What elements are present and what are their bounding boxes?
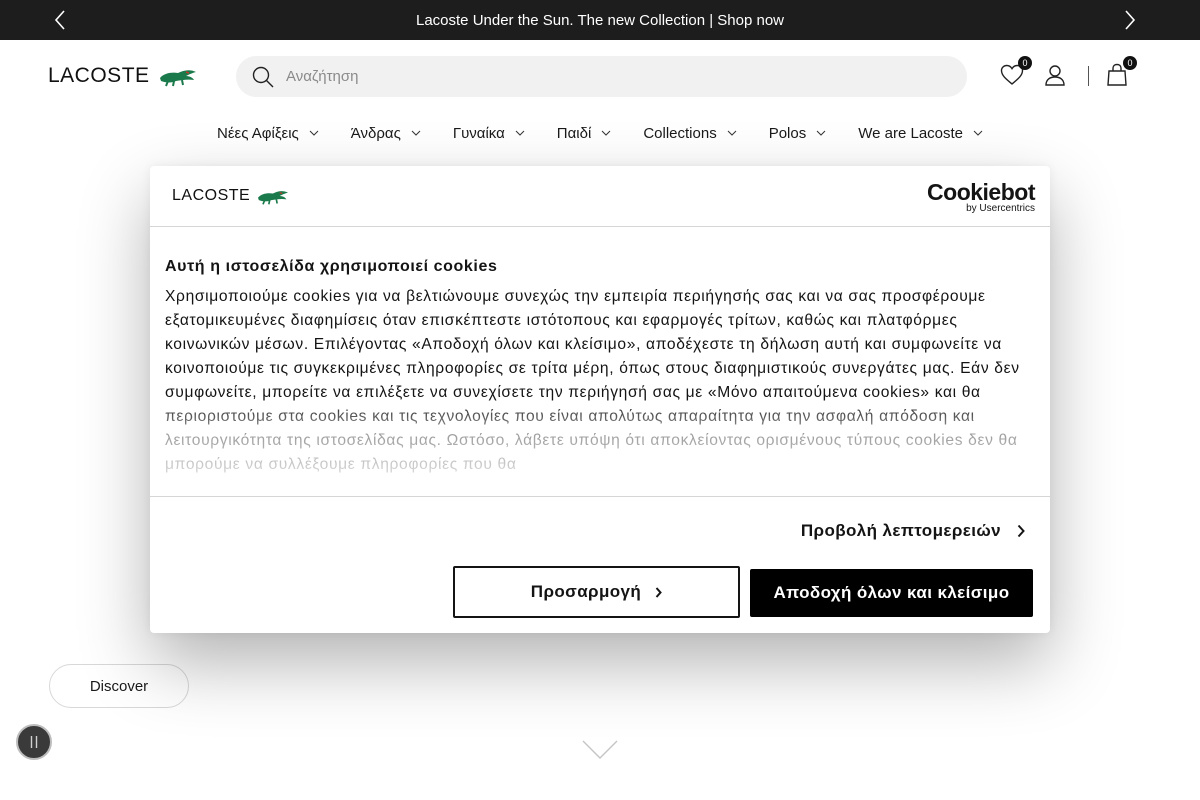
cookie-logo-text: LACOSTE	[172, 187, 251, 204]
customize-button[interactable]: Προσαρμογή	[453, 566, 740, 618]
cookie-dialog-logo: LACOSTE	[172, 186, 290, 206]
accept-all-button[interactable]: Αποδοχή όλων και κλείσιμο	[750, 569, 1033, 617]
cookie-dialog-body[interactable]: Αυτή η ιστοσελίδα χρησιμοποιεί cookies Χ…	[165, 258, 1035, 495]
nav-item-label: Νέες Αφίξεις	[216, 124, 299, 142]
search-input[interactable]	[286, 68, 886, 85]
chevron-down-icon	[582, 740, 618, 759]
header-icons: 0 0	[998, 56, 1138, 92]
chevron-down-icon	[973, 130, 983, 136]
lacoste-logo[interactable]: LACOSTE	[48, 64, 198, 88]
chevron-left-icon[interactable]	[49, 9, 71, 31]
user-icon	[1045, 65, 1065, 86]
nav-item-label: Collections	[643, 124, 717, 142]
cookiebot-logo[interactable]: Cookiebot by Usercentrics	[927, 180, 1035, 214]
cookiebot-brand: Cookiebot	[927, 179, 1035, 205]
nav-item-label: Γυναίκα	[452, 124, 505, 142]
nav-item-men[interactable]: Άνδρας	[351, 120, 421, 146]
nav-item-new-arrivals[interactable]: Νέες Αφίξεις	[217, 120, 319, 146]
chevron-down-icon	[601, 130, 611, 136]
logo-text: LACOSTE	[48, 64, 150, 87]
wishlist-button[interactable]: 0	[998, 56, 1032, 90]
announcement-text[interactable]: Lacoste Under the Sun. The new Collectio…	[416, 12, 784, 29]
nav-item-collections[interactable]: Collections	[643, 120, 737, 146]
cookie-dialog-footer: Προβολή λεπτομερειών Προσαρμογή Αποδοχή …	[150, 496, 1050, 633]
scroll-down-button[interactable]	[582, 738, 618, 762]
nav-item-polos[interactable]: Polos	[769, 120, 827, 146]
cart-count-badge: 0	[1123, 56, 1137, 70]
chevron-down-icon	[411, 130, 421, 136]
wishlist-count-badge: 0	[1018, 56, 1032, 70]
header-divider	[1088, 66, 1089, 86]
cart-button[interactable]: 0	[1103, 56, 1137, 90]
nav-item-label: We are Lacoste	[858, 124, 964, 142]
cookiebot-brand-sub: by Usercentrics	[966, 203, 1035, 214]
cookie-consent-dialog: LACOSTE Cookiebot by Usercentrics Αυτή η…	[150, 166, 1050, 633]
text-fade-overlay	[165, 400, 1035, 495]
nav-item-label: Παιδί	[556, 124, 592, 142]
chevron-down-icon	[515, 130, 525, 136]
nav-item-we-are-lacoste[interactable]: We are Lacoste	[858, 120, 983, 146]
nav-item-kids[interactable]: Παιδί	[557, 120, 612, 146]
main-navigation: Νέες Αφίξεις Άνδρας Γυναίκα Παιδί Collec…	[0, 120, 1200, 146]
pause-icon	[30, 736, 38, 748]
chevron-right-icon	[1017, 524, 1025, 538]
chevron-down-icon	[727, 130, 737, 136]
show-details-link[interactable]: Προβολή λεπτομερειών	[801, 521, 1025, 541]
chevron-down-icon	[816, 130, 826, 136]
crocodile-icon	[258, 191, 289, 205]
search-icon	[252, 66, 274, 87]
nav-item-label: Polos	[768, 124, 807, 142]
pause-button[interactable]	[16, 724, 52, 760]
cookie-dialog-header: LACOSTE Cookiebot by Usercentrics	[150, 166, 1050, 227]
chevron-down-icon	[309, 130, 319, 136]
show-details-label: Προβολή λεπτομερειών	[800, 521, 1001, 540]
account-button[interactable]	[1041, 60, 1069, 90]
nav-item-women[interactable]: Γυναίκα	[453, 120, 525, 146]
chevron-right-icon[interactable]	[1119, 9, 1141, 31]
customize-label: Προσαρμογή	[530, 582, 642, 601]
discover-button[interactable]: Discover	[49, 664, 189, 708]
crocodile-icon	[159, 70, 196, 87]
cookie-title: Αυτή η ιστοσελίδα χρησιμοποιεί cookies	[165, 258, 498, 275]
nav-item-label: Άνδρας	[350, 124, 401, 142]
announcement-bar: Lacoste Under the Sun. The new Collectio…	[0, 0, 1200, 40]
chevron-right-icon	[655, 587, 663, 598]
search-bar[interactable]	[236, 56, 967, 97]
